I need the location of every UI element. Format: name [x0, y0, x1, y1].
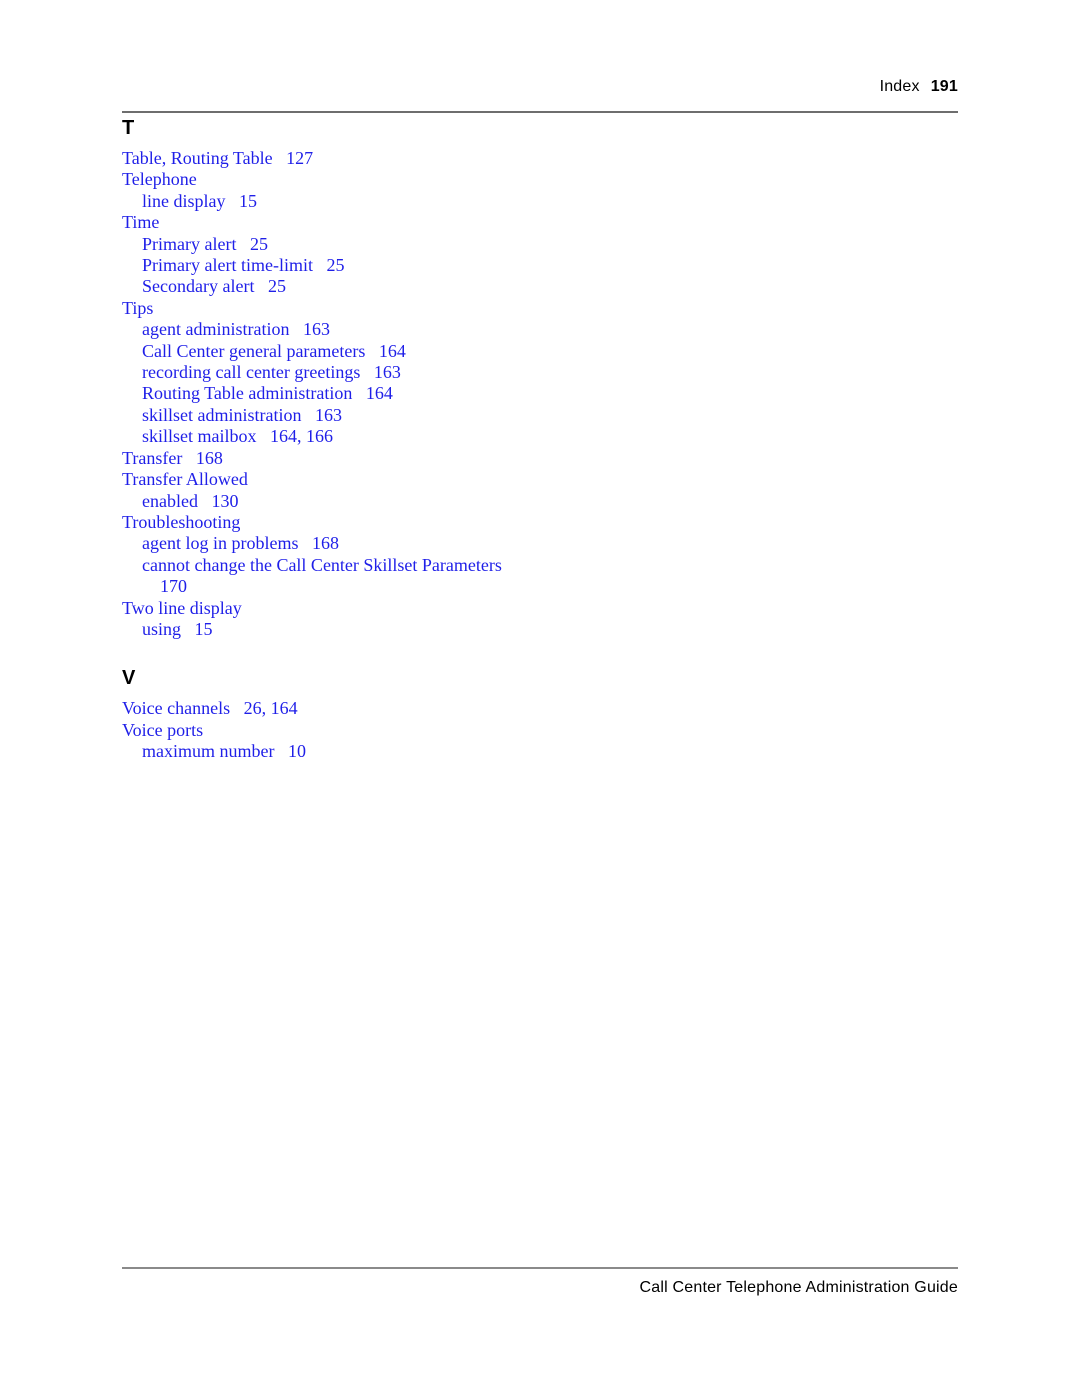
running-header: Index 191	[122, 78, 958, 96]
index-subentry[interactable]: Routing Table administration 164	[142, 383, 682, 404]
footer-divider	[122, 1267, 958, 1269]
section-letter-heading: T	[122, 117, 135, 139]
header-page-number: 191	[930, 78, 958, 95]
header-label: Index	[879, 78, 920, 95]
index-subentry[interactable]: maximum number 10	[142, 741, 682, 762]
index-entry[interactable]: Two line display	[122, 598, 682, 619]
index-subentry[interactable]: enabled 130	[142, 491, 682, 512]
index-section: V Voice channels 26, 164 Voice ports maximu…	[122, 668, 682, 762]
index-entry[interactable]: Troubleshooting	[122, 512, 682, 533]
index-section: T Table, Routing Table 127 Telephone line d…	[122, 118, 682, 640]
index-subentry[interactable]: line display 15	[142, 191, 682, 212]
index-entry[interactable]: Voice channels 26, 164	[122, 698, 682, 719]
header-divider	[122, 111, 958, 113]
index-entry[interactable]: Time	[122, 212, 682, 233]
index-subentry[interactable]: agent log in problems 168	[142, 533, 682, 554]
index-page: Index 191 T Table, Routing Table 127 Teleph…	[0, 0, 1080, 1397]
index-entry[interactable]: Telephone	[122, 169, 682, 190]
index-entry[interactable]: Transfer 168	[122, 448, 682, 469]
index-entry[interactable]: Transfer Allowed	[122, 469, 682, 490]
section-letter-heading: V	[122, 667, 136, 690]
index-entry[interactable]: Voice ports	[122, 720, 682, 741]
index-subentry[interactable]: cannot change the Call Center Skillset P…	[142, 555, 682, 576]
index-subentry[interactable]: skillset administration 163	[142, 405, 682, 426]
index-entry[interactable]: Table, Routing Table 127	[122, 148, 682, 169]
index-entry[interactable]: Tips	[122, 298, 682, 319]
index-subentry[interactable]: recording call center greetings 163	[142, 362, 682, 383]
footer-title: Call Center Telephone Administration Gui…	[639, 1279, 958, 1296]
running-footer: Call Center Telephone Administration Gui…	[122, 1279, 958, 1297]
index-subentry[interactable]: skillset mailbox 164, 166	[142, 426, 682, 447]
index-content: T Table, Routing Table 127 Telephone line d…	[122, 118, 682, 763]
index-subentry[interactable]: Call Center general parameters 164	[142, 341, 682, 362]
index-subentry[interactable]: Primary alert 25	[142, 234, 682, 255]
index-subentry[interactable]: 170	[160, 576, 682, 597]
index-subentry[interactable]: Primary alert time-limit 25	[142, 255, 682, 276]
index-subentry[interactable]: agent administration 163	[142, 319, 682, 340]
index-subentry[interactable]: Secondary alert 25	[142, 276, 682, 297]
index-subentry[interactable]: using 15	[142, 619, 682, 640]
